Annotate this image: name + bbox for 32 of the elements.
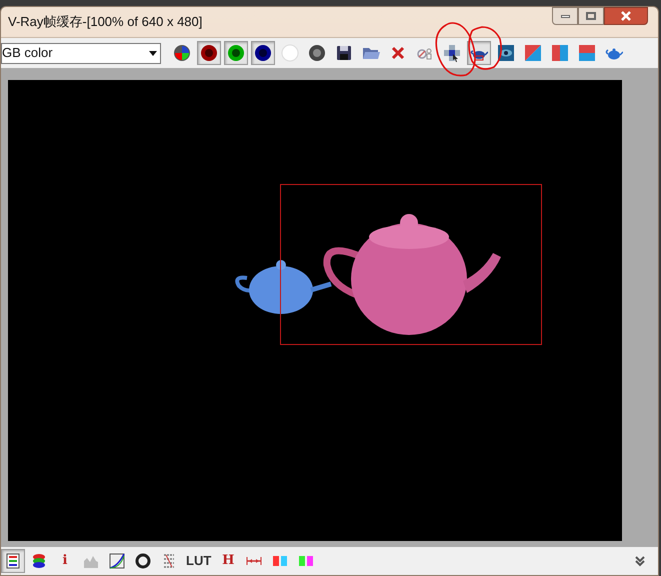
color-list-icon — [4, 552, 22, 570]
ab-compare-icon — [578, 44, 596, 62]
channel-dropdown[interactable]: GB color — [1, 42, 161, 64]
toolbar-text-button[interactable]: i — [53, 549, 77, 573]
toolbar-text-button[interactable]: LUT — [183, 549, 214, 573]
eye-icon — [497, 44, 515, 62]
toolbar-button[interactable] — [197, 41, 221, 65]
color-stack-icon — [30, 552, 48, 570]
double-chevron-icon — [634, 555, 646, 567]
caret-icon — [149, 50, 157, 56]
toolbar-button[interactable] — [224, 41, 248, 65]
close-icon — [621, 11, 631, 21]
rgb-channels-icon — [173, 44, 191, 62]
alpha-channel-icon — [281, 44, 299, 62]
window-title: V-Ray帧缓存-[100% of 640 x 480] — [8, 13, 202, 32]
monochrome-icon — [308, 44, 326, 62]
maximize-button[interactable] — [578, 7, 604, 25]
channel-toggle-icon — [254, 44, 272, 62]
close-icon — [389, 44, 407, 62]
ring-icon — [134, 552, 152, 570]
curve-icon — [108, 552, 126, 570]
ab-compare-icon — [524, 44, 542, 62]
save-icon — [335, 44, 353, 62]
minimize-button[interactable] — [552, 7, 578, 25]
region-select-icon — [443, 44, 461, 62]
toolbar-button[interactable] — [251, 41, 275, 65]
ab-compare-icon — [551, 44, 569, 62]
close-button[interactable] — [604, 7, 648, 25]
toolbar-button[interactable] — [1, 549, 25, 573]
channel-toggle-icon — [227, 44, 245, 62]
channel-toggle-icon — [200, 44, 218, 62]
toolbar-text-button[interactable]: H — [216, 549, 240, 573]
